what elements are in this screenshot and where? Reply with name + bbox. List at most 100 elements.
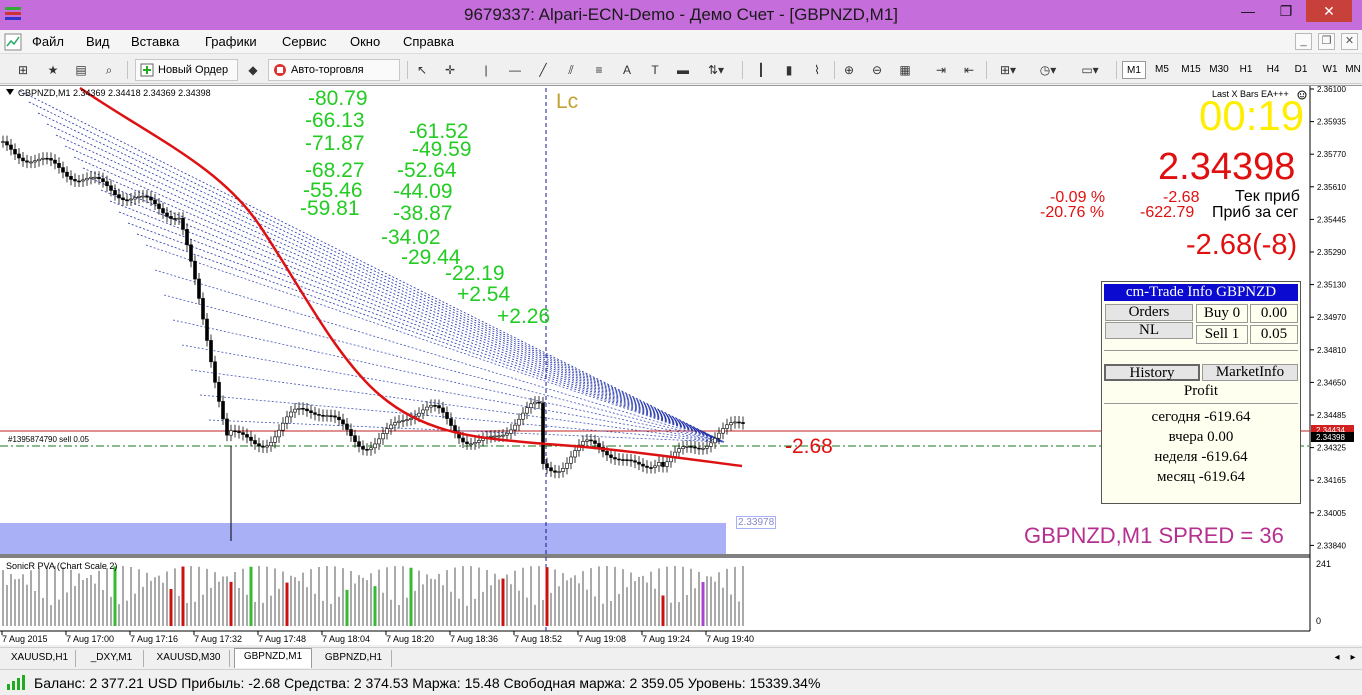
- cursor-icon[interactable]: ↖: [411, 60, 433, 80]
- candle-body: [217, 381, 221, 402]
- candle-body: [277, 429, 281, 438]
- chart-window[interactable]: 2.36100 2.35935 2.35770 2.35610 2.35445 2.352…: [0, 85, 1362, 645]
- menu-insert[interactable]: Вставка: [131, 34, 179, 49]
- market-watch-icon[interactable]: ▤: [70, 60, 92, 80]
- candle-body: [489, 435, 493, 438]
- candle-body: [293, 408, 297, 413]
- candle-body: [661, 462, 665, 467]
- account-status: Баланс: 2 377.21 USD Прибыль: -2.68 Сред…: [34, 675, 821, 691]
- channel-icon[interactable]: ⫽: [560, 60, 582, 80]
- menu-help[interactable]: Справка: [403, 34, 454, 49]
- data-window-icon[interactable]: ⌕: [98, 60, 120, 80]
- candle-body: [189, 244, 193, 262]
- candle-body: [685, 446, 689, 448]
- timeframe-d1[interactable]: D1: [1290, 61, 1312, 79]
- text-icon[interactable]: A: [616, 60, 638, 80]
- trendline-icon[interactable]: ╱: [532, 60, 554, 80]
- timeframe-w1[interactable]: W1: [1318, 61, 1342, 79]
- bar-chart-icon[interactable]: ┃: [750, 60, 772, 80]
- timeframe-h1[interactable]: H1: [1235, 61, 1257, 79]
- metaeditor-icon[interactable]: ◆: [242, 60, 264, 80]
- low-zone-rectangle[interactable]: [0, 523, 726, 554]
- line-chart-icon[interactable]: ⌇: [806, 60, 828, 80]
- time-tick-label: 7 Aug 17:48: [258, 634, 306, 644]
- new-order-button[interactable]: Новый Ордер: [135, 59, 238, 81]
- minimize-button[interactable]: —: [1232, 0, 1264, 22]
- timeframe-m30[interactable]: M30: [1206, 61, 1232, 79]
- indicator-zero: 0: [1316, 616, 1322, 626]
- chart-window-icon[interactable]: [4, 33, 22, 51]
- timeframe-mn[interactable]: MN: [1344, 61, 1362, 79]
- tab-dxy-m1[interactable]: _DXY,M1: [80, 650, 144, 667]
- history-button[interactable]: History: [1104, 364, 1200, 381]
- candle-body: [269, 442, 273, 447]
- mdi-close-button[interactable]: ✕: [1341, 33, 1358, 50]
- timeframe-m1[interactable]: M1: [1122, 61, 1146, 79]
- zoom-in-icon[interactable]: ⊕: [838, 60, 860, 80]
- candle-body: [521, 412, 525, 420]
- candle-body: [257, 443, 261, 447]
- order-label[interactable]: #1395874790 sell 0.05: [8, 435, 89, 444]
- tile-windows-icon[interactable]: ▦: [894, 60, 916, 80]
- nl-button[interactable]: NL: [1105, 322, 1193, 339]
- vertical-line-icon[interactable]: |: [475, 60, 497, 80]
- close-button[interactable]: ✕: [1306, 0, 1352, 22]
- label-icon[interactable]: T: [644, 60, 666, 80]
- marketinfo-button[interactable]: MarketInfo: [1202, 364, 1298, 381]
- arrows-dropdown-icon[interactable]: ⇅▾: [700, 60, 732, 80]
- chart-shift-icon[interactable]: ⇤: [958, 60, 980, 80]
- zoom-out-icon[interactable]: ⊖: [866, 60, 888, 80]
- tab-xauusd-h1[interactable]: XAUUSD,H1: [4, 650, 76, 667]
- candle-body: [625, 459, 629, 461]
- candle-body: [145, 195, 149, 198]
- candles-icon[interactable]: ▮: [778, 60, 800, 80]
- menu-window[interactable]: Окно: [350, 34, 380, 49]
- horizontal-line-icon[interactable]: —: [504, 60, 526, 80]
- orders-button[interactable]: Orders: [1105, 304, 1193, 321]
- candle-body: [341, 419, 345, 425]
- candle-body: [597, 443, 601, 448]
- toolbar-separator: [407, 61, 408, 79]
- timeframe-m15[interactable]: M15: [1178, 61, 1204, 79]
- maximize-button[interactable]: ❐: [1269, 0, 1303, 22]
- candle-body: [285, 416, 289, 424]
- crosshair-icon[interactable]: ✛: [439, 60, 461, 80]
- candle-body: [473, 442, 477, 445]
- menu-file[interactable]: Файл: [32, 34, 64, 49]
- tab-scroll-right-icon[interactable]: ▸: [1346, 650, 1360, 667]
- candle-body: [321, 415, 325, 417]
- menu-tools[interactable]: Сервис: [282, 34, 327, 49]
- tab-gbpnzd-m1[interactable]: GBPNZD,M1: [234, 648, 312, 668]
- candle-body: [449, 418, 453, 426]
- candle-body: [57, 163, 61, 168]
- periods-dropdown-icon[interactable]: ◷▾: [1032, 60, 1064, 80]
- templates-dropdown-icon[interactable]: ▭▾: [1072, 60, 1108, 80]
- candle-body: [533, 401, 537, 405]
- candle-body: [197, 278, 201, 299]
- menu-view[interactable]: Вид: [86, 34, 110, 49]
- timeframe-h4[interactable]: H4: [1262, 61, 1284, 79]
- candle-body: [373, 443, 377, 449]
- price-tick-label: 2.33840: [1317, 541, 1346, 550]
- timeframe-m5[interactable]: M5: [1150, 61, 1174, 79]
- indicators-dropdown-icon[interactable]: ⊞▾: [992, 60, 1024, 80]
- fibonacci-icon[interactable]: ≡: [588, 60, 610, 80]
- mdi-restore-button[interactable]: ❐: [1318, 33, 1335, 50]
- mdi-minimize-button[interactable]: _: [1295, 33, 1312, 50]
- tab-gbpnzd-h1[interactable]: GBPNZD,H1: [316, 650, 392, 667]
- candle-body: [237, 431, 241, 433]
- autoscroll-icon[interactable]: ⇥: [930, 60, 952, 80]
- candle-body: [109, 185, 113, 191]
- profiles-icon[interactable]: ★: [42, 60, 64, 80]
- chart-tabs: XAUUSD,H1 _DXY,M1 XAUUSD,M30 GBPNZD,M1 G…: [0, 647, 1362, 668]
- time-tick-label: 7 Aug 19:24: [642, 634, 690, 644]
- menu-charts[interactable]: Графики: [205, 34, 257, 49]
- tab-scroll-left-icon[interactable]: ◂: [1330, 650, 1344, 667]
- candle-body: [517, 418, 521, 426]
- rectangle-icon[interactable]: ▬: [672, 60, 694, 80]
- candle-body: [397, 420, 401, 423]
- new-chart-icon[interactable]: ⊞: [12, 60, 34, 80]
- tab-xauusd-m30[interactable]: XAUUSD,M30: [148, 650, 230, 667]
- autotrading-button[interactable]: Авто-торговля: [268, 59, 400, 81]
- candle-body: [713, 437, 717, 444]
